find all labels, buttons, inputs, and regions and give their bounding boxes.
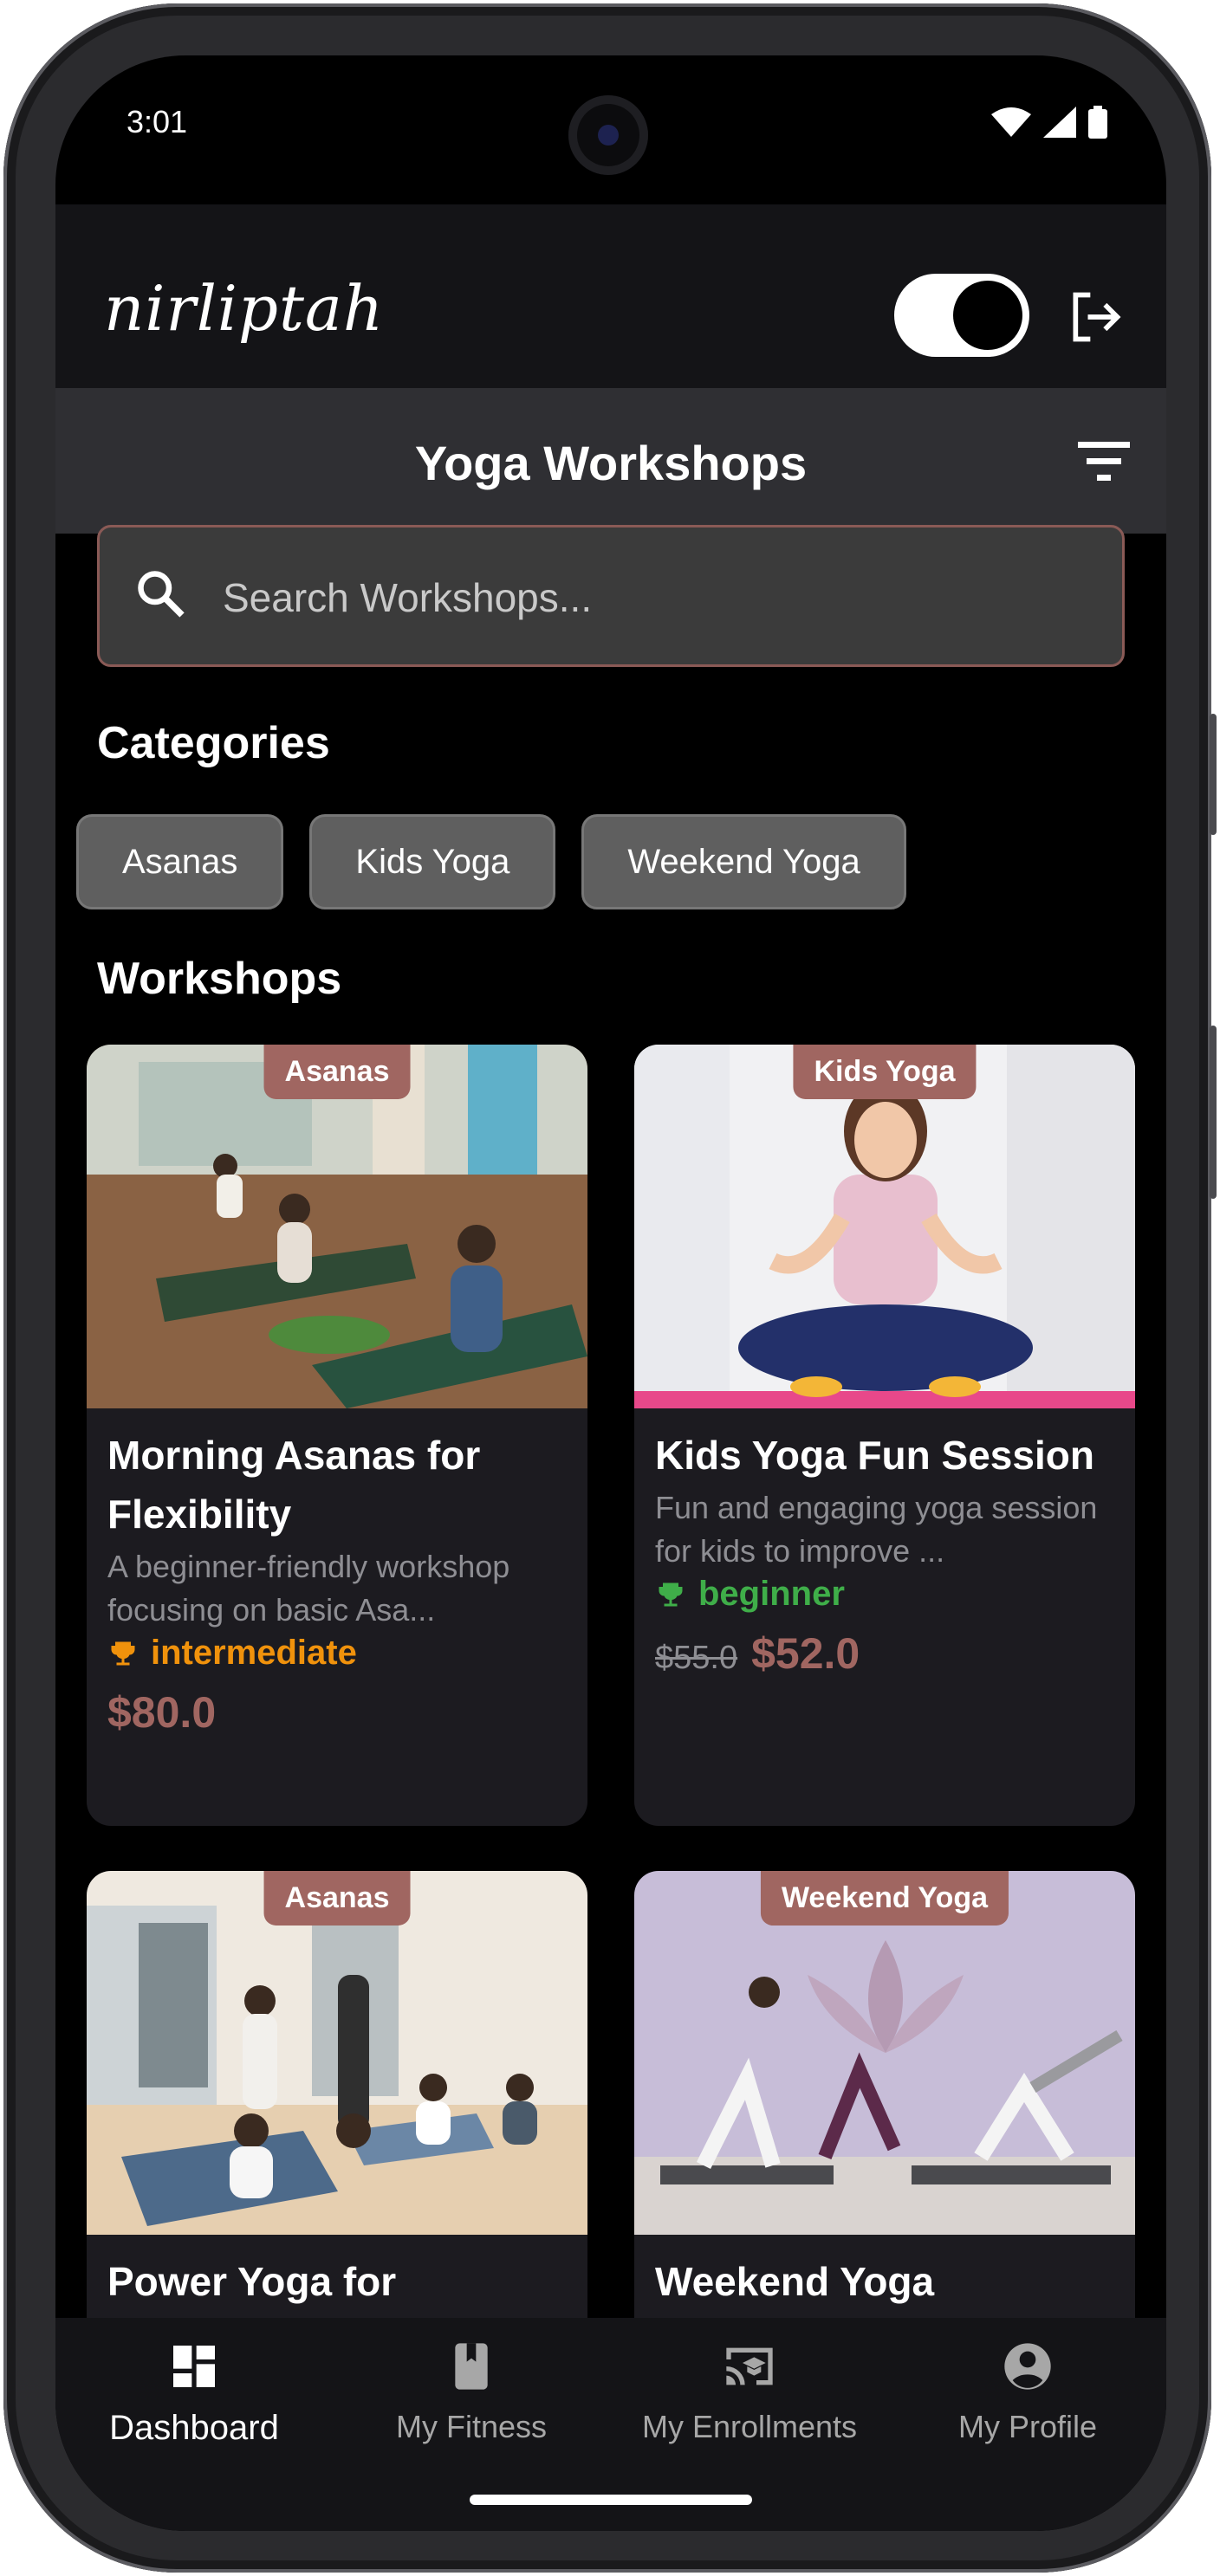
- workshop-title: Kids Yoga Fun Session: [655, 1433, 1094, 1478]
- screen: 3:01 nirliptah Yoga Workshops Search Wor…: [55, 55, 1166, 2531]
- phone-frame: 3:01 nirliptah Yoga Workshops Search Wor…: [3, 3, 1217, 2573]
- nav-item-dashboard[interactable]: Dashboard: [55, 2339, 333, 2448]
- toggle-knob: [953, 281, 1022, 350]
- battery-icon: [1088, 106, 1107, 139]
- workshop-level: beginner: [655, 1575, 845, 1614]
- account-circle-icon: [1004, 2343, 1051, 2390]
- workshop-card[interactable]: Kids Yoga Kids Yoga Fun Session Fun and …: [634, 1045, 1135, 1826]
- dashboard-icon: [173, 2346, 215, 2387]
- category-chip-asanas[interactable]: Asanas: [76, 814, 284, 909]
- power-button: [1210, 1026, 1217, 1199]
- status-time: 3:01: [127, 104, 188, 139]
- workshop-title: Weekend Yoga: [655, 2259, 935, 2304]
- app-header: nirliptah: [55, 204, 1166, 388]
- theme-toggle[interactable]: [894, 274, 1029, 357]
- title-bar: Yoga Workshops: [55, 388, 1166, 534]
- workshop-description: Fun and engaging yoga session for kids t…: [655, 1490, 1098, 1569]
- price-value: $52.0: [751, 1629, 860, 1678]
- wifi-icon: [991, 107, 1031, 137]
- workshop-image: Weekend Yoga: [634, 1871, 1135, 2235]
- workshop-image: Kids Yoga: [634, 1045, 1135, 1408]
- search-input[interactable]: [221, 562, 1091, 633]
- status-icons: [991, 106, 1107, 139]
- workshop-description: A beginner-friendly workshop focusing on…: [107, 1549, 510, 1628]
- workshop-title: Morning Asanas for Flexibility: [107, 1433, 481, 1537]
- nav-item-my-enrollments[interactable]: My Enrollments: [611, 2339, 888, 2445]
- category-chip-kids-yoga[interactable]: Kids Yoga: [309, 814, 556, 909]
- nav-item-my-fitness[interactable]: My Fitness: [333, 2339, 610, 2445]
- signal-icon: [1043, 107, 1076, 138]
- page-title: Yoga Workshops: [414, 436, 808, 490]
- workshop-level: intermediate: [107, 1634, 357, 1673]
- home-indicator[interactable]: [470, 2495, 752, 2505]
- trophy-icon: [659, 1582, 683, 1606]
- nav-item-my-profile[interactable]: My Profile: [889, 2339, 1166, 2445]
- nav-label: My Enrollments: [641, 2409, 858, 2444]
- category-badge: Asanas: [263, 1045, 411, 1099]
- book-icon: [455, 2343, 488, 2390]
- level-label: intermediate: [151, 1634, 357, 1672]
- workshop-price: $55.0 $52.0: [655, 1628, 860, 1679]
- nav-label: Dashboard: [109, 2409, 279, 2447]
- workshop-image: Asanas: [87, 1871, 587, 2235]
- nav-label: My Fitness: [395, 2409, 548, 2444]
- workshops-heading: Workshops: [97, 954, 342, 1004]
- logout-icon[interactable]: [1066, 288, 1125, 346]
- workshop-price: $80.0: [107, 1687, 216, 1738]
- app-logo: nirliptah: [104, 272, 385, 345]
- search-box[interactable]: [97, 525, 1125, 667]
- price-value: $80.0: [107, 1688, 217, 1737]
- category-badge: Weekend Yoga: [760, 1871, 1009, 1926]
- filter-icon[interactable]: [1078, 440, 1130, 483]
- category-chip-weekend-yoga[interactable]: Weekend Yoga: [581, 814, 906, 909]
- nav-label: My Profile: [957, 2409, 1098, 2444]
- categories-heading: Categories: [97, 718, 330, 768]
- workshop-title: Power Yoga for: [107, 2259, 397, 2304]
- category-badge: Asanas: [263, 1871, 411, 1926]
- workshop-image: Asanas: [87, 1045, 587, 1408]
- cast-school-icon: [726, 2347, 773, 2385]
- trophy-icon: [111, 1641, 135, 1665]
- category-chips: Asanas Kids Yoga Weekend Yoga: [76, 814, 906, 909]
- volume-button: [1210, 714, 1217, 835]
- category-badge: Kids Yoga: [793, 1045, 977, 1099]
- front-camera: [568, 95, 648, 175]
- search-icon: [138, 571, 185, 618]
- original-price: $55.0: [655, 1640, 738, 1676]
- level-label: beginner: [698, 1575, 845, 1613]
- workshop-card[interactable]: Asanas Morning Asanas for Flexibility A …: [87, 1045, 587, 1826]
